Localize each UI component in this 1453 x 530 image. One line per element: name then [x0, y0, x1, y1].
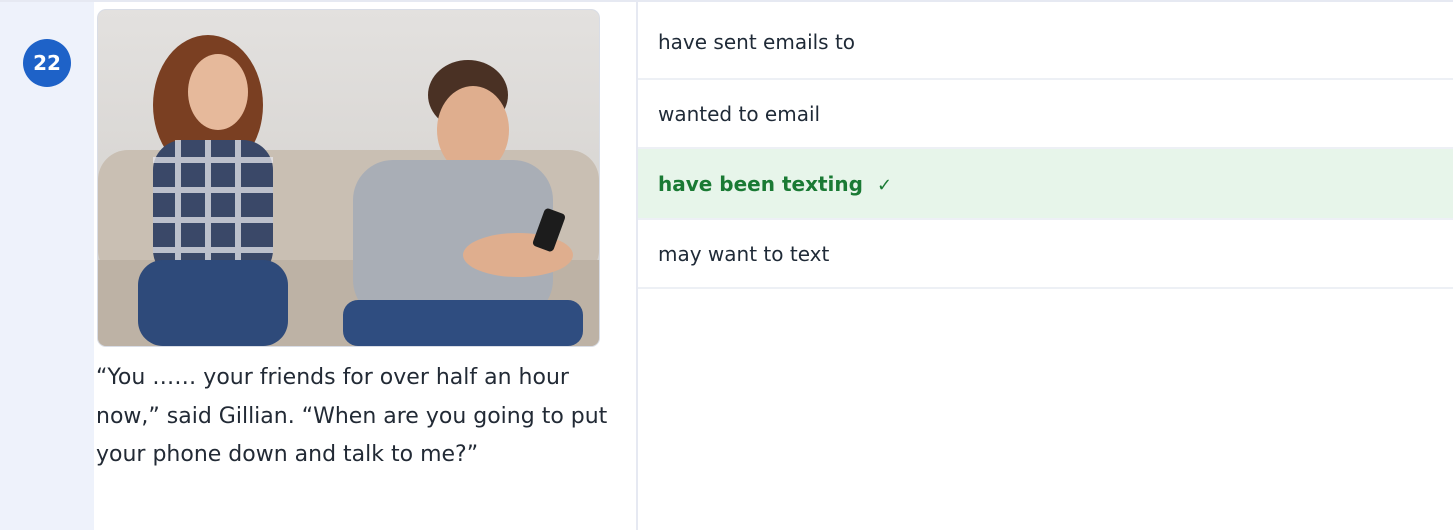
answer-option-label: have been texting	[658, 172, 863, 196]
answer-option-label: may want to text	[658, 242, 830, 266]
photo-illustration	[98, 10, 599, 346]
question-card: 22 “You …… your friends for over half an…	[0, 0, 1453, 530]
answer-option[interactable]: may want to text	[638, 220, 1453, 289]
answer-option-correct[interactable]: have been texting ✓	[638, 149, 1453, 220]
question-number-strip: 22	[0, 2, 94, 530]
answer-options: have sent emails to wanted to email have…	[638, 2, 1453, 289]
question-number-badge: 22	[23, 39, 71, 87]
answer-option[interactable]: wanted to email	[638, 80, 1453, 149]
question-prompt: “You …… your friends for over half an ho…	[96, 365, 608, 467]
answer-option[interactable]: have sent emails to	[638, 2, 1453, 80]
checkmark-icon: ✓	[876, 175, 893, 196]
answer-option-label: have sent emails to	[658, 30, 856, 54]
answer-option-label: wanted to email	[658, 102, 821, 126]
question-photo	[98, 10, 599, 346]
prompt-column: “You …… your friends for over half an ho…	[94, 2, 638, 530]
